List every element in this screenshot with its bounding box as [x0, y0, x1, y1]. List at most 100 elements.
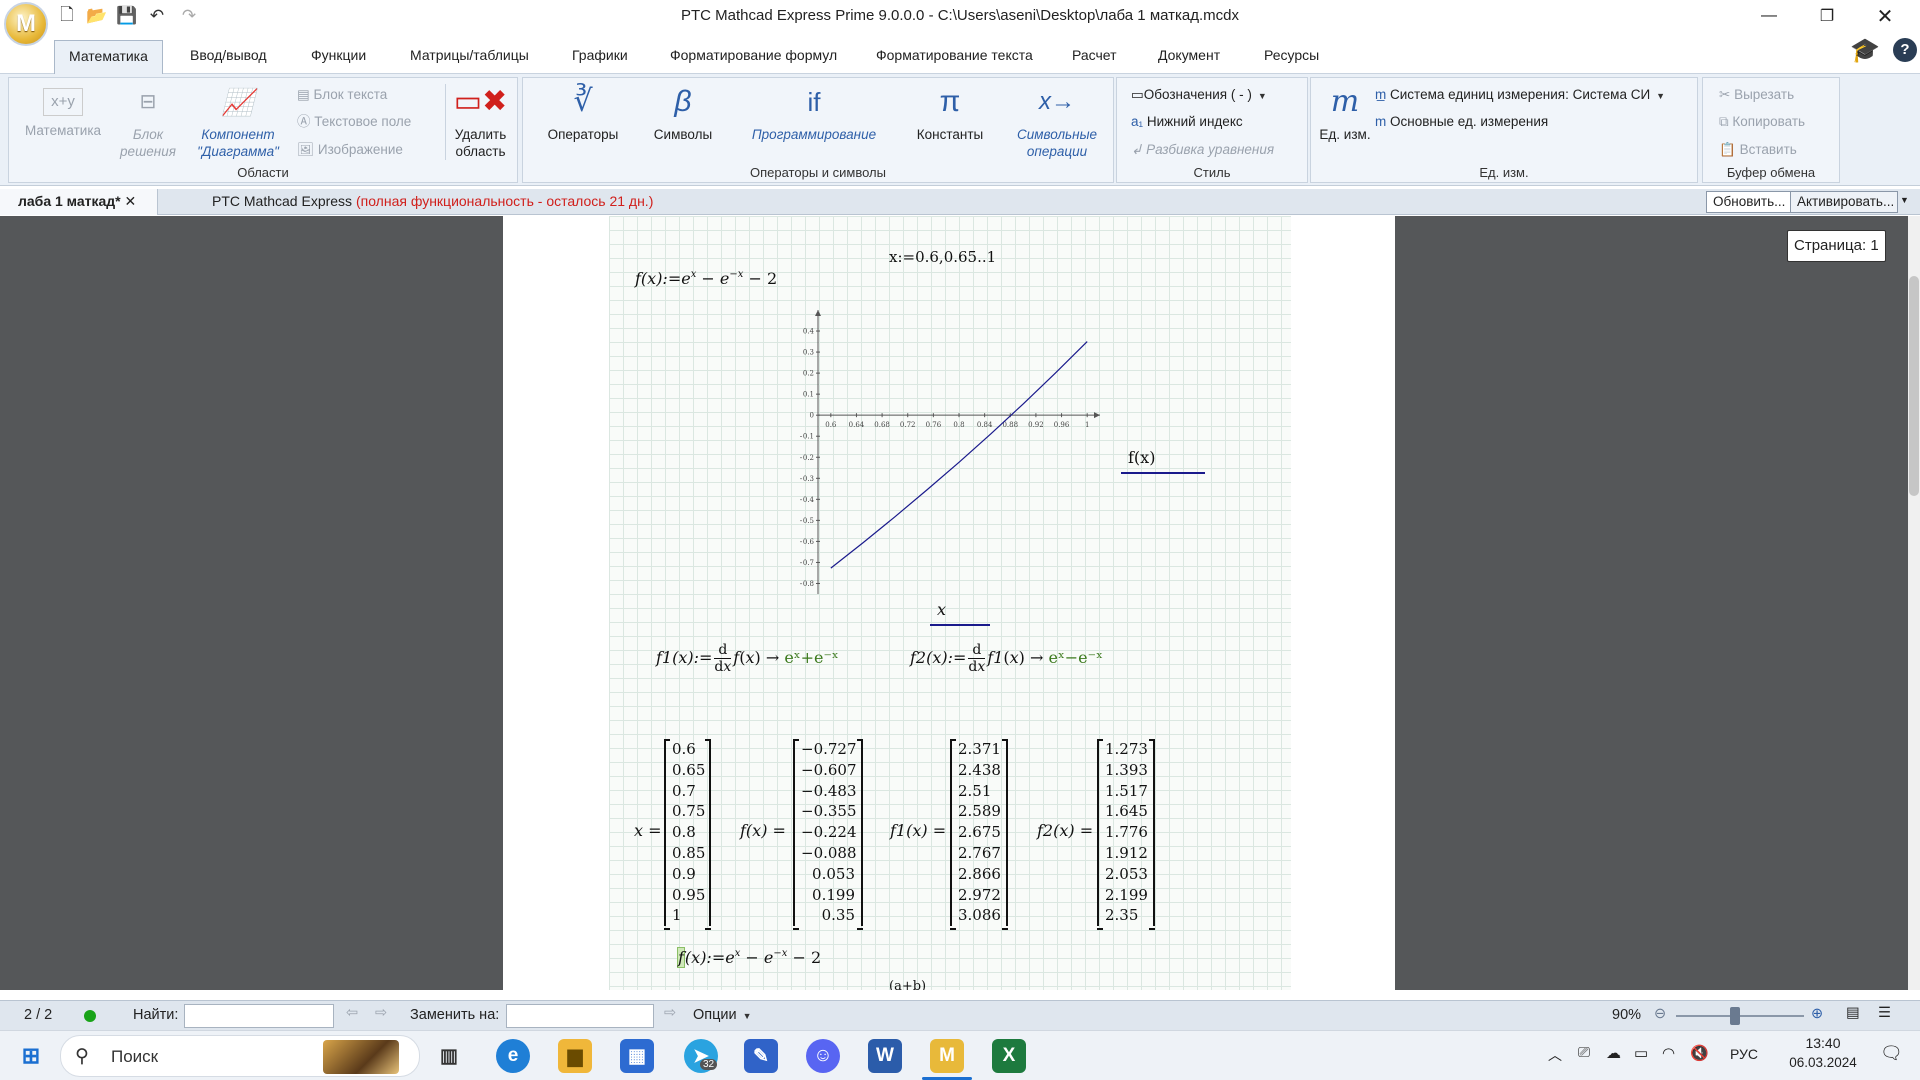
options-dropdown[interactable]: Опции ▼ [693, 1007, 752, 1023]
image-button[interactable]: 🖼 Изображение [297, 139, 403, 161]
help-icon[interactable]: ? [1893, 38, 1917, 62]
drawing-app-icon[interactable]: ✎ [744, 1039, 778, 1073]
replace-icon[interactable]: ⇨ [664, 1005, 676, 1021]
onedrive-icon[interactable]: ☁ [1606, 1044, 1621, 1062]
operators-button[interactable]: ∛ Операторы [533, 84, 633, 143]
text-box-button[interactable]: Ⓐ Текстовое поле [297, 111, 411, 133]
worksheet-page[interactable]: x:=0.6,0.65..1 f(x):=ex − e−x − 2 0.6 0.6… [503, 216, 1395, 990]
learning-cap-icon[interactable]: 🎓 [1850, 36, 1880, 65]
break-equation-button[interactable]: ↲ Разбивка уравнения [1131, 139, 1274, 161]
math-region-button[interactable]: x+y Математика [13, 84, 113, 139]
find-next-icon[interactable]: ⇨ [375, 1005, 387, 1021]
symbolic-button[interactable]: x→ Символьные операции [1007, 84, 1107, 160]
labels-dropdown[interactable]: ▭Обозначения ( - ) ▼ [1131, 84, 1267, 106]
tab-calculation[interactable]: Расчет [1058, 40, 1131, 74]
task-view-icon[interactable]: ▥ [432, 1039, 466, 1073]
tab-resources[interactable]: Ресурсы [1250, 40, 1333, 74]
tab-plots[interactable]: Графики [558, 40, 642, 74]
constants-button[interactable]: π Константы [899, 84, 1001, 143]
draft-view-icon[interactable]: ☰ [1878, 1005, 1891, 1021]
tab-formula-format[interactable]: Форматирование формул [656, 40, 851, 74]
close-icon[interactable]: ✕ [1856, 0, 1914, 32]
matrix-cell: 0.6 [672, 740, 696, 758]
notification-icon[interactable]: 🗨 [1880, 1043, 1903, 1064]
copy-button[interactable]: ⧉ Копировать [1719, 111, 1805, 133]
subscript-button[interactable]: a₁ Нижний индекс [1131, 111, 1243, 133]
f-matrix[interactable]: −0.727 −0.607 −0.483 −0.355 −0.224 −0.088 0.05… [793, 739, 863, 931]
file-explorer-icon[interactable]: ▆ [558, 1039, 592, 1073]
f2-definition[interactable]: f2(x):= d dx f1(x) → eˣ−e⁻ˣ [910, 642, 1103, 675]
tab-io[interactable]: Ввод/вывод [176, 40, 281, 74]
document-tab[interactable]: лаба 1 маткад* ✕ [0, 189, 158, 215]
matrix-cell: 3.086 [958, 906, 1001, 925]
replace-input[interactable] [506, 1004, 654, 1028]
matrix-cell: 2.199 [1105, 885, 1148, 904]
vertical-scrollbar[interactable] [1908, 216, 1920, 990]
zoom-slider[interactable] [1676, 1015, 1804, 1017]
f-redefinition[interactable]: f(x):=ex − e−x − 2 [677, 947, 821, 968]
word-icon[interactable]: W [868, 1039, 902, 1073]
plot-region[interactable]: 0.6 0.64 0.68 0.72 0.76 0.8 0.84 0.88 0.92 0.96 1 0… [800, 302, 1105, 602]
units-button[interactable]: m Ед. изм. [1315, 84, 1375, 143]
y-tick-label: −0.7 [800, 559, 814, 567]
update-button[interactable]: Обновить... [1706, 191, 1793, 213]
activate-dropdown-icon[interactable]: ▼ [1900, 195, 1909, 205]
paste-button[interactable]: 📋 Вставить [1719, 139, 1797, 161]
clock[interactable]: 13:40 06.03.2024 [1788, 1035, 1858, 1070]
legend-y-label[interactable]: f(x) [1128, 448, 1155, 467]
matrix-cell: 0.053 [812, 864, 855, 883]
minimize-icon[interactable]: — [1740, 0, 1798, 32]
x-matrix[interactable]: 0.6 0.65 0.7 0.75 0.8 0.85 0.9 0.95 1 [664, 739, 711, 931]
zoom-in-icon[interactable]: ⊕ [1811, 1006, 1823, 1022]
edge-icon[interactable]: e [496, 1039, 530, 1073]
cut-button[interactable]: ✂ Вырезать [1719, 84, 1794, 106]
taskbar-search[interactable]: ⚲ Поиск [60, 1035, 420, 1077]
discord-icon[interactable]: ☺ [806, 1039, 840, 1073]
page-view-icon[interactable]: ▤ [1846, 1005, 1860, 1021]
base-units-button[interactable]: m Основные ед. измерения [1375, 111, 1548, 133]
excel-icon[interactable]: X [992, 1039, 1026, 1073]
language-indicator[interactable]: РУС [1730, 1046, 1758, 1062]
restore-icon[interactable]: ❐ [1798, 0, 1856, 32]
battery-icon[interactable]: ▭ [1634, 1044, 1648, 1062]
solve-block-button[interactable]: ⊟ Блок решения [113, 84, 183, 160]
activate-button[interactable]: Активировать... [1790, 191, 1898, 213]
tab-text-format[interactable]: Форматирование текста [862, 40, 1047, 74]
range-definition[interactable]: x:=0.6,0.65..1 [889, 248, 996, 266]
delete-region-button[interactable]: ▭✖ Удалить область [445, 84, 515, 160]
f-definition[interactable]: f(x):=ex − e−x − 2 [635, 269, 777, 288]
tab-matrices[interactable]: Матрицы/таблицы [396, 40, 543, 74]
mathcad-taskbar-icon[interactable]: M [930, 1039, 964, 1073]
tab-math[interactable]: Математика [54, 40, 163, 74]
unit-system-dropdown[interactable]: m̲ Система единиц измерения: Система СИ ▼ [1375, 84, 1665, 106]
y-tick-label: −0.6 [800, 538, 815, 546]
scrollbar-thumb[interactable] [1909, 276, 1919, 496]
page-indicator: Страница: 1 [1787, 230, 1886, 262]
matrix-cell: 0.7 [672, 781, 696, 800]
programming-button[interactable]: if Программирование [739, 84, 889, 143]
zoom-out-icon[interactable]: ⊖ [1654, 1006, 1666, 1022]
f-eval-label: f(x) = [740, 821, 786, 840]
find-prev-icon[interactable]: ⇦ [346, 1005, 358, 1021]
meet-icon[interactable]: ⎚ [1578, 1044, 1590, 1061]
symbols-button[interactable]: β Символы [635, 84, 731, 143]
chart-component-button[interactable]: 📈 Компонент "Диаграмма" [183, 84, 293, 160]
tray-chevron-icon[interactable]: ︿ [1548, 1045, 1562, 1065]
tab-functions[interactable]: Функции [297, 40, 380, 74]
partial-expression[interactable]: (a+b) [889, 979, 926, 990]
f1-matrix[interactable]: 2.371 2.438 2.51 2.589 2.675 2.767 2.866 2.972 3… [950, 739, 1008, 931]
wifi-icon[interactable]: ◠ [1662, 1044, 1675, 1062]
zoom-slider-thumb[interactable] [1730, 1007, 1740, 1025]
store-icon[interactable]: ▦ [620, 1039, 654, 1073]
close-tab-icon[interactable]: ✕ [125, 193, 137, 209]
plot-x-label[interactable]: x [937, 600, 946, 619]
app-menu-button[interactable]: M [4, 2, 48, 46]
tab-document[interactable]: Документ [1144, 40, 1234, 74]
text-block-button[interactable]: ▤ Блок текста [297, 84, 387, 106]
f1-definition[interactable]: f1(x):= d dx f(x) → eˣ+e⁻ˣ [656, 642, 839, 675]
f2-matrix[interactable]: 1.273 1.393 1.517 1.645 1.776 1.912 2.053 2.199… [1097, 739, 1155, 931]
x-tick-label: 1 [1085, 421, 1089, 429]
windows-start-icon[interactable]: ⊞ [14, 1039, 48, 1073]
find-input[interactable] [184, 1004, 334, 1028]
volume-icon[interactable]: 🔇 [1690, 1044, 1709, 1062]
